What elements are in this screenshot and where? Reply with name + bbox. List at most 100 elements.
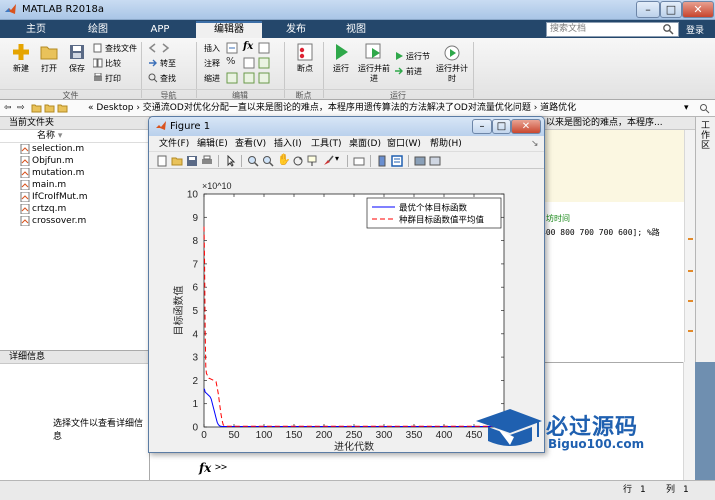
- smart-indent-icon[interactable]: [226, 72, 238, 84]
- code-analyzer-mark[interactable]: [688, 270, 693, 272]
- figure-titlebar[interactable]: Figure 1 – □ ✕: [149, 117, 544, 136]
- insert-button[interactable]: 插入: [204, 43, 220, 55]
- column-header[interactable]: 名称 ▾: [0, 130, 149, 143]
- fx-prompt-icon[interactable]: fx: [199, 461, 211, 475]
- indent-button[interactable]: 缩进: [204, 73, 220, 85]
- search-folder-icon[interactable]: [699, 103, 710, 114]
- workspace-collapsed-panel[interactable]: 工作区: [695, 117, 715, 362]
- code-analyzer-mark[interactable]: [688, 238, 693, 240]
- file-item[interactable]: Objfun.m: [0, 155, 149, 167]
- menu-window[interactable]: 窗口(W): [387, 138, 421, 150]
- tab-apps[interactable]: APP: [132, 21, 188, 38]
- brush-dropdown-icon[interactable]: ▾: [335, 154, 347, 166]
- compare-button[interactable]: 比较: [93, 58, 121, 70]
- data-cursor-icon[interactable]: [307, 155, 319, 167]
- figure-maximize-button[interactable]: □: [492, 119, 511, 134]
- figure-close-button[interactable]: ✕: [511, 119, 541, 134]
- signin-link[interactable]: 登录: [686, 23, 704, 36]
- up-folder-icon[interactable]: [31, 103, 42, 113]
- details-title[interactable]: 详细信息: [0, 351, 149, 364]
- find-button[interactable]: 查找: [148, 73, 176, 85]
- x-tick-label: 0: [201, 430, 207, 441]
- run-time-button[interactable]: 运行并计时: [436, 42, 468, 84]
- run-section-button[interactable]: 运行节: [394, 51, 430, 63]
- print-figure-icon[interactable]: [201, 155, 213, 167]
- tab-editor[interactable]: 编辑器: [196, 21, 262, 38]
- comment-button[interactable]: 注释: [204, 58, 220, 70]
- colorbar-icon[interactable]: [376, 155, 388, 167]
- insert-options-icon[interactable]: [258, 42, 270, 54]
- brush-icon[interactable]: [322, 155, 334, 167]
- breadcrumb[interactable]: « Desktop › 交通流OD对优化分配一直以来是图论的难点，本程序用遗传算…: [88, 100, 576, 116]
- file-item[interactable]: mutation.m: [0, 167, 149, 179]
- zoom-in-icon[interactable]: [247, 155, 259, 167]
- menu-tools[interactable]: 工具(T): [311, 138, 342, 150]
- forward-arrow-icon[interactable]: ⇨: [17, 100, 25, 116]
- new-button[interactable]: 新建: [6, 42, 36, 74]
- hide-plot-tools-icon[interactable]: [414, 155, 426, 167]
- tab-home[interactable]: 主页: [8, 21, 64, 38]
- open-file-icon[interactable]: [171, 155, 183, 167]
- back-arrow-icon[interactable]: ⇦: [4, 100, 12, 116]
- menu-help[interactable]: 帮助(H): [430, 138, 462, 150]
- show-plot-tools-icon[interactable]: [429, 155, 441, 167]
- wrap-comments-icon[interactable]: [258, 57, 270, 69]
- decrease-indent-icon[interactable]: [258, 72, 270, 84]
- tab-plots[interactable]: 绘图: [70, 21, 126, 38]
- rotate-3d-icon[interactable]: [292, 155, 304, 167]
- menu-desktop[interactable]: 桌面(D): [349, 138, 381, 150]
- address-dropdown-icon[interactable]: ▾: [684, 100, 689, 116]
- command-window-scrollbar[interactable]: [683, 362, 695, 480]
- insert-section-icon[interactable]: [226, 42, 238, 54]
- fx-insert-icon[interactable]: fx: [243, 41, 253, 52]
- menu-edit[interactable]: 编辑(E): [197, 138, 228, 150]
- run-button[interactable]: 运行: [326, 42, 356, 74]
- menu-insert[interactable]: 插入(I): [274, 138, 302, 150]
- menu-file[interactable]: 文件(F): [159, 138, 189, 150]
- search-icon[interactable]: [662, 23, 674, 35]
- find-files-button[interactable]: 查找文件: [93, 43, 137, 55]
- figure-window[interactable]: Figure 1 – □ ✕ 文件(F) 编辑(E) 查看(V) 插入(I) 工…: [148, 116, 545, 453]
- goto-button[interactable]: 转至: [148, 58, 176, 70]
- code-analyzer-mark[interactable]: [688, 300, 693, 302]
- zoom-out-icon[interactable]: [262, 155, 274, 167]
- new-figure-icon[interactable]: [156, 155, 168, 167]
- file-item[interactable]: IfCroIfMut.m: [0, 191, 149, 203]
- section-file-label: 文件: [0, 89, 141, 100]
- link-plot-icon[interactable]: [353, 155, 365, 167]
- breakpoints-button[interactable]: 断点: [290, 42, 320, 74]
- uncomment-icon[interactable]: [243, 57, 255, 69]
- print-button[interactable]: 打印: [93, 73, 121, 85]
- save-figure-icon[interactable]: [186, 155, 198, 167]
- comment-percent-icon[interactable]: %: [226, 56, 236, 67]
- file-item[interactable]: crtzq.m: [0, 203, 149, 215]
- search-input[interactable]: 搜索文档: [546, 22, 679, 37]
- editor-scrollbar[interactable]: [684, 130, 695, 362]
- menu-view[interactable]: 查看(V): [235, 138, 266, 150]
- close-button[interactable]: ✕: [682, 1, 714, 18]
- tab-publish[interactable]: 发布: [268, 21, 324, 38]
- run-advance-button[interactable]: 运行并前进: [358, 42, 390, 84]
- maximize-button[interactable]: □: [660, 1, 682, 18]
- folder-icon[interactable]: [57, 103, 68, 113]
- minimize-button[interactable]: –: [636, 1, 660, 18]
- editor-tab-strip[interactable]: 以来是图论的难点，本程序...: [540, 117, 695, 130]
- legend-icon[interactable]: [391, 155, 403, 167]
- command-prompt[interactable]: >>: [215, 462, 227, 473]
- run-time-label: 运行并计时: [436, 64, 468, 83]
- figure-minimize-button[interactable]: –: [472, 119, 492, 134]
- tab-view[interactable]: 视图: [328, 21, 384, 38]
- save-button[interactable]: 保存: [62, 42, 92, 74]
- advance-button[interactable]: 前进: [394, 66, 422, 78]
- file-item[interactable]: crossover.m: [0, 215, 149, 227]
- increase-indent-icon[interactable]: [243, 72, 255, 84]
- browse-folder-icon[interactable]: [44, 103, 55, 113]
- pan-hand-icon[interactable]: ✋: [277, 153, 291, 166]
- nav-arrows-button[interactable]: [148, 43, 172, 55]
- file-item[interactable]: main.m: [0, 179, 149, 191]
- code-analyzer-mark[interactable]: [688, 330, 693, 332]
- open-button[interactable]: 打开: [34, 42, 64, 74]
- file-item[interactable]: selection.m: [0, 143, 149, 155]
- menu-dock-arrow-icon[interactable]: ↘: [531, 138, 539, 150]
- edit-plot-arrow-icon[interactable]: [225, 155, 237, 167]
